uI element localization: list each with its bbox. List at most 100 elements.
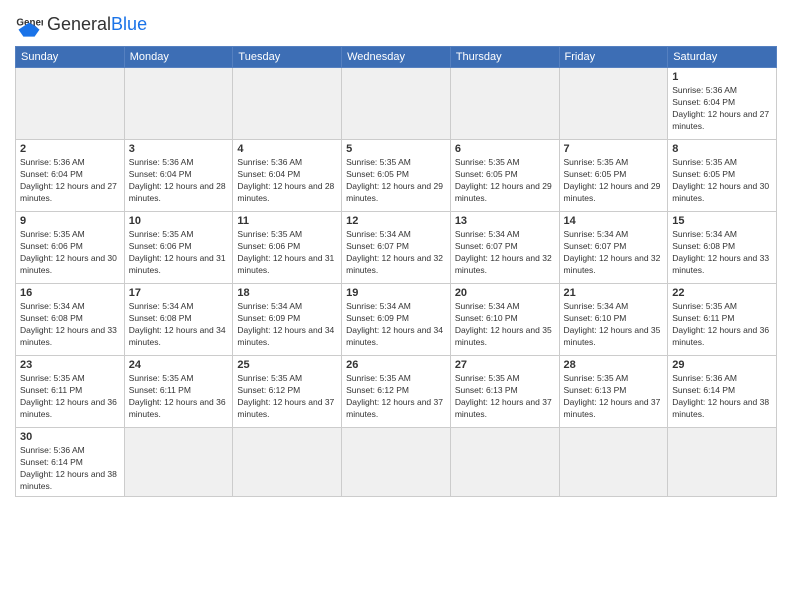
day-info: Sunrise: 5:36 AM Sunset: 6:04 PM Dayligh…	[237, 157, 337, 205]
day-number: 25	[237, 359, 337, 371]
calendar-week-row: 9 Sunrise: 5:35 AM Sunset: 6:06 PM Daylig…	[16, 212, 777, 284]
calendar-cell	[559, 428, 668, 497]
day-info: Sunrise: 5:34 AM Sunset: 6:09 PM Dayligh…	[237, 301, 337, 349]
day-number: 22	[672, 287, 772, 299]
day-number: 9	[20, 215, 120, 227]
day-number: 8	[672, 143, 772, 155]
weekday-header-saturday: Saturday	[668, 47, 777, 68]
day-number: 7	[564, 143, 664, 155]
day-number: 27	[455, 359, 555, 371]
day-info: Sunrise: 5:36 AM Sunset: 6:14 PM Dayligh…	[20, 445, 120, 493]
logo: General GeneralBlue	[15, 10, 147, 38]
day-info: Sunrise: 5:35 AM Sunset: 6:06 PM Dayligh…	[129, 229, 229, 277]
calendar-week-row: 2 Sunrise: 5:36 AM Sunset: 6:04 PM Daylig…	[16, 140, 777, 212]
day-number: 30	[20, 431, 120, 443]
day-number: 1	[672, 71, 772, 83]
calendar-week-row: 1 Sunrise: 5:36 AM Sunset: 6:04 PM Daylig…	[16, 68, 777, 140]
calendar-cell: 5 Sunrise: 5:35 AM Sunset: 6:05 PM Daylig…	[342, 140, 451, 212]
calendar-cell: 24 Sunrise: 5:35 AM Sunset: 6:11 PM Dayli…	[124, 356, 233, 428]
day-info: Sunrise: 5:36 AM Sunset: 6:04 PM Dayligh…	[672, 85, 772, 133]
calendar-cell: 21 Sunrise: 5:34 AM Sunset: 6:10 PM Dayli…	[559, 284, 668, 356]
day-info: Sunrise: 5:36 AM Sunset: 6:14 PM Dayligh…	[672, 373, 772, 421]
calendar-cell	[124, 428, 233, 497]
weekday-header-wednesday: Wednesday	[342, 47, 451, 68]
day-info: Sunrise: 5:34 AM Sunset: 6:08 PM Dayligh…	[672, 229, 772, 277]
weekday-header-monday: Monday	[124, 47, 233, 68]
weekday-header-tuesday: Tuesday	[233, 47, 342, 68]
page: General GeneralBlue SundayMondayTuesdayW…	[0, 0, 792, 612]
calendar-cell: 29 Sunrise: 5:36 AM Sunset: 6:14 PM Dayli…	[668, 356, 777, 428]
day-number: 17	[129, 287, 229, 299]
day-info: Sunrise: 5:35 AM Sunset: 6:11 PM Dayligh…	[672, 301, 772, 349]
day-info: Sunrise: 5:34 AM Sunset: 6:08 PM Dayligh…	[20, 301, 120, 349]
calendar-cell: 22 Sunrise: 5:35 AM Sunset: 6:11 PM Dayli…	[668, 284, 777, 356]
logo-text: GeneralBlue	[47, 15, 147, 33]
day-number: 18	[237, 287, 337, 299]
generalblue-logo-icon: General	[15, 10, 43, 38]
calendar-cell: 11 Sunrise: 5:35 AM Sunset: 6:06 PM Dayli…	[233, 212, 342, 284]
day-number: 29	[672, 359, 772, 371]
calendar-cell: 14 Sunrise: 5:34 AM Sunset: 6:07 PM Dayli…	[559, 212, 668, 284]
day-number: 12	[346, 215, 446, 227]
day-info: Sunrise: 5:35 AM Sunset: 6:06 PM Dayligh…	[237, 229, 337, 277]
calendar-cell: 16 Sunrise: 5:34 AM Sunset: 6:08 PM Dayli…	[16, 284, 125, 356]
day-number: 10	[129, 215, 229, 227]
calendar-cell: 20Sunrise: 5:34 AM Sunset: 6:10 PM Dayli…	[450, 284, 559, 356]
day-number: 15	[672, 215, 772, 227]
day-info: Sunrise: 5:34 AM Sunset: 6:10 PM Dayligh…	[564, 301, 664, 349]
weekday-header-thursday: Thursday	[450, 47, 559, 68]
day-number: 11	[237, 215, 337, 227]
calendar-cell: 28Sunrise: 5:35 AM Sunset: 6:13 PM Dayli…	[559, 356, 668, 428]
calendar-cell	[124, 68, 233, 140]
calendar-cell	[450, 428, 559, 497]
calendar-cell: 2 Sunrise: 5:36 AM Sunset: 6:04 PM Daylig…	[16, 140, 125, 212]
day-number: 20	[455, 287, 555, 299]
calendar-cell	[233, 428, 342, 497]
header: General GeneralBlue	[15, 10, 777, 38]
day-number: 13	[455, 215, 555, 227]
day-number: 21	[564, 287, 664, 299]
calendar-cell	[559, 68, 668, 140]
day-info: Sunrise: 5:35 AM Sunset: 6:05 PM Dayligh…	[455, 157, 555, 205]
calendar-week-row: 30 Sunrise: 5:36 AM Sunset: 6:14 PM Dayli…	[16, 428, 777, 497]
calendar-cell: 18 Sunrise: 5:34 AM Sunset: 6:09 PM Dayli…	[233, 284, 342, 356]
calendar-cell: 23Sunrise: 5:35 AM Sunset: 6:11 PM Dayli…	[16, 356, 125, 428]
day-info: Sunrise: 5:35 AM Sunset: 6:06 PM Dayligh…	[20, 229, 120, 277]
calendar-table: SundayMondayTuesdayWednesdayThursdayFrid…	[15, 46, 777, 497]
calendar-cell	[16, 68, 125, 140]
day-info: Sunrise: 5:35 AM Sunset: 6:05 PM Dayligh…	[672, 157, 772, 205]
day-number: 24	[129, 359, 229, 371]
calendar-cell	[342, 428, 451, 497]
day-number: 2	[20, 143, 120, 155]
calendar-cell: 7 Sunrise: 5:35 AM Sunset: 6:05 PM Daylig…	[559, 140, 668, 212]
day-info: Sunrise: 5:35 AM Sunset: 6:11 PM Dayligh…	[129, 373, 229, 421]
day-number: 16	[20, 287, 120, 299]
day-info: Sunrise: 5:35 AM Sunset: 6:05 PM Dayligh…	[346, 157, 446, 205]
day-info: Sunrise: 5:34 AM Sunset: 6:09 PM Dayligh…	[346, 301, 446, 349]
calendar-cell: 6 Sunrise: 5:35 AM Sunset: 6:05 PM Daylig…	[450, 140, 559, 212]
day-number: 28	[564, 359, 664, 371]
day-info: Sunrise: 5:35 AM Sunset: 6:05 PM Dayligh…	[564, 157, 664, 205]
day-number: 14	[564, 215, 664, 227]
calendar-cell: 19 Sunrise: 5:34 AM Sunset: 6:09 PM Dayli…	[342, 284, 451, 356]
calendar-cell: 12Sunrise: 5:34 AM Sunset: 6:07 PM Dayli…	[342, 212, 451, 284]
day-info: Sunrise: 5:36 AM Sunset: 6:04 PM Dayligh…	[20, 157, 120, 205]
calendar-cell: 26Sunrise: 5:35 AM Sunset: 6:12 PM Dayli…	[342, 356, 451, 428]
day-info: Sunrise: 5:36 AM Sunset: 6:04 PM Dayligh…	[129, 157, 229, 205]
weekday-header-row: SundayMondayTuesdayWednesdayThursdayFrid…	[16, 47, 777, 68]
calendar-cell: 15 Sunrise: 5:34 AM Sunset: 6:08 PM Dayli…	[668, 212, 777, 284]
day-info: Sunrise: 5:34 AM Sunset: 6:07 PM Dayligh…	[564, 229, 664, 277]
day-number: 19	[346, 287, 446, 299]
calendar-cell: 10 Sunrise: 5:35 AM Sunset: 6:06 PM Dayli…	[124, 212, 233, 284]
day-number: 3	[129, 143, 229, 155]
day-number: 6	[455, 143, 555, 155]
day-info: Sunrise: 5:35 AM Sunset: 6:12 PM Dayligh…	[346, 373, 446, 421]
day-number: 5	[346, 143, 446, 155]
calendar-cell: 1 Sunrise: 5:36 AM Sunset: 6:04 PM Daylig…	[668, 68, 777, 140]
calendar-cell	[668, 428, 777, 497]
day-info: Sunrise: 5:35 AM Sunset: 6:11 PM Dayligh…	[20, 373, 120, 421]
calendar-cell: 13Sunrise: 5:34 AM Sunset: 6:07 PM Dayli…	[450, 212, 559, 284]
calendar-week-row: 16 Sunrise: 5:34 AM Sunset: 6:08 PM Dayli…	[16, 284, 777, 356]
day-info: Sunrise: 5:35 AM Sunset: 6:13 PM Dayligh…	[455, 373, 555, 421]
calendar-cell: 25Sunrise: 5:35 AM Sunset: 6:12 PM Dayli…	[233, 356, 342, 428]
